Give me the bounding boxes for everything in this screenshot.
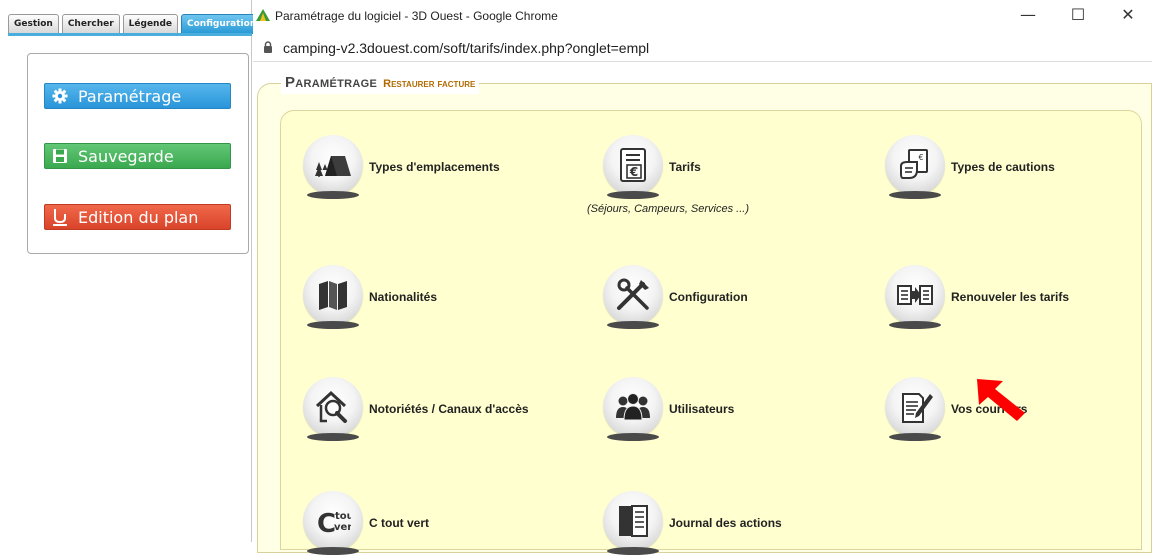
tent-icon — [315, 156, 351, 177]
item-label: Utilisateurs — [669, 402, 735, 416]
item-label: Types d'emplacements — [369, 160, 500, 174]
parametrage-button[interactable]: Paramétrage — [44, 83, 231, 109]
tent-logo-icon — [256, 9, 270, 21]
close-button[interactable]: ✕ — [1113, 4, 1143, 26]
maximize-button[interactable]: ☐ — [1063, 4, 1093, 26]
item-types-emplacements[interactable]: Types d'emplacements — [303, 135, 500, 199]
item-nationalites[interactable]: Nationalités — [303, 265, 437, 329]
plan-edit-icon — [51, 208, 69, 226]
tab-chercher[interactable]: Chercher — [61, 14, 120, 34]
item-renouveler-tarifs[interactable]: Renouveler les tarifs — [885, 265, 1069, 329]
page-content: Paramétrage Restaurer facture Types d'em… — [253, 63, 1152, 555]
sauvegarde-button[interactable]: Sauvegarde — [44, 143, 231, 169]
item-label: C tout vert — [369, 516, 429, 530]
ctoutvert-logo-tout: tout — [335, 511, 351, 522]
deposit-icon: € — [900, 149, 928, 179]
window-title: Paramétrage du logiciel - 3D Ouest - Goo… — [275, 9, 558, 23]
config-side-panel: Paramétrage Sauvegarde Edition du plan — [27, 53, 249, 254]
ctoutvert-icon: C tout vert — [317, 509, 351, 538]
tab-configuration[interactable]: Configuration — [181, 14, 263, 34]
app-tab-bar: Gestion Chercher Légende Configuration — [8, 14, 263, 34]
item-notorietes[interactable]: Notoriétés / Canaux d'accès — [303, 377, 529, 441]
item-types-cautions[interactable]: € Types de cautions — [885, 135, 1055, 199]
item-label: Notoriétés / Canaux d'accès — [369, 402, 529, 416]
tab-gestion[interactable]: Gestion — [8, 14, 59, 34]
settings-grid-panel: Types d'emplacements € Tarifs (Séjours, … — [280, 110, 1142, 555]
lock-icon — [264, 41, 272, 53]
restaurer-facture-link[interactable]: Restaurer facture — [383, 78, 475, 90]
fieldset-legend: Paramétrage Restaurer facture — [281, 74, 480, 94]
parametrage-label: Paramétrage — [78, 86, 182, 106]
address-bar[interactable]: camping-v2.3douest.com/soft/tarifs/index… — [253, 32, 1152, 62]
ctoutvert-logo-vert: vert — [334, 522, 351, 533]
letter-icon — [902, 393, 933, 423]
renew-icon — [897, 285, 933, 305]
item-configuration[interactable]: Configuration — [603, 265, 748, 329]
journal-icon — [619, 505, 648, 537]
url-text[interactable]: camping-v2.3douest.com/soft/tarifs/index… — [283, 40, 649, 56]
item-journal-actions[interactable]: Journal des actions — [603, 491, 782, 555]
tab-legende[interactable]: Légende — [122, 14, 179, 34]
red-pointer-arrow — [977, 379, 1025, 421]
item-label: Types de cautions — [951, 160, 1055, 174]
tab-underline — [8, 33, 252, 36]
item-tarifs[interactable]: € Tarifs — [603, 135, 701, 199]
chrome-window: Paramétrage du logiciel - 3D Ouest - Goo… — [253, 0, 1152, 555]
item-label: Tarifs — [669, 160, 701, 174]
svg-text:€: € — [918, 153, 923, 162]
page-title: Paramétrage — [285, 74, 378, 91]
edition-plan-button[interactable]: Edition du plan — [44, 204, 231, 230]
tariff-icon: € — [620, 148, 646, 182]
floppy-disk-icon — [51, 147, 69, 165]
edition-plan-label: Edition du plan — [78, 207, 199, 227]
sauvegarde-label: Sauvegarde — [78, 146, 174, 166]
window-titlebar[interactable]: Paramétrage du logiciel - 3D Ouest - Goo… — [253, 0, 1152, 32]
minimize-button[interactable]: — — [1013, 4, 1043, 26]
svg-text:€: € — [629, 165, 638, 179]
house-search-icon — [315, 390, 347, 423]
left-app-pane: Gestion Chercher Légende Configuration P… — [0, 0, 263, 542]
item-label: Renouveler les tarifs — [951, 290, 1070, 304]
item-utilisateurs[interactable]: Utilisateurs — [603, 377, 734, 441]
item-c-tout-vert[interactable]: C tout vert C tout vert — [303, 491, 429, 555]
map-icon — [319, 281, 347, 310]
item-label: Journal des actions — [669, 516, 782, 530]
tools-icon — [617, 278, 649, 310]
tarifs-sublabel: (Séjours, Campeurs, Services ...) — [587, 203, 749, 215]
item-label: Configuration — [669, 290, 748, 304]
item-label: Nationalités — [369, 290, 438, 304]
users-icon — [616, 393, 650, 421]
gear-icon — [51, 87, 69, 105]
